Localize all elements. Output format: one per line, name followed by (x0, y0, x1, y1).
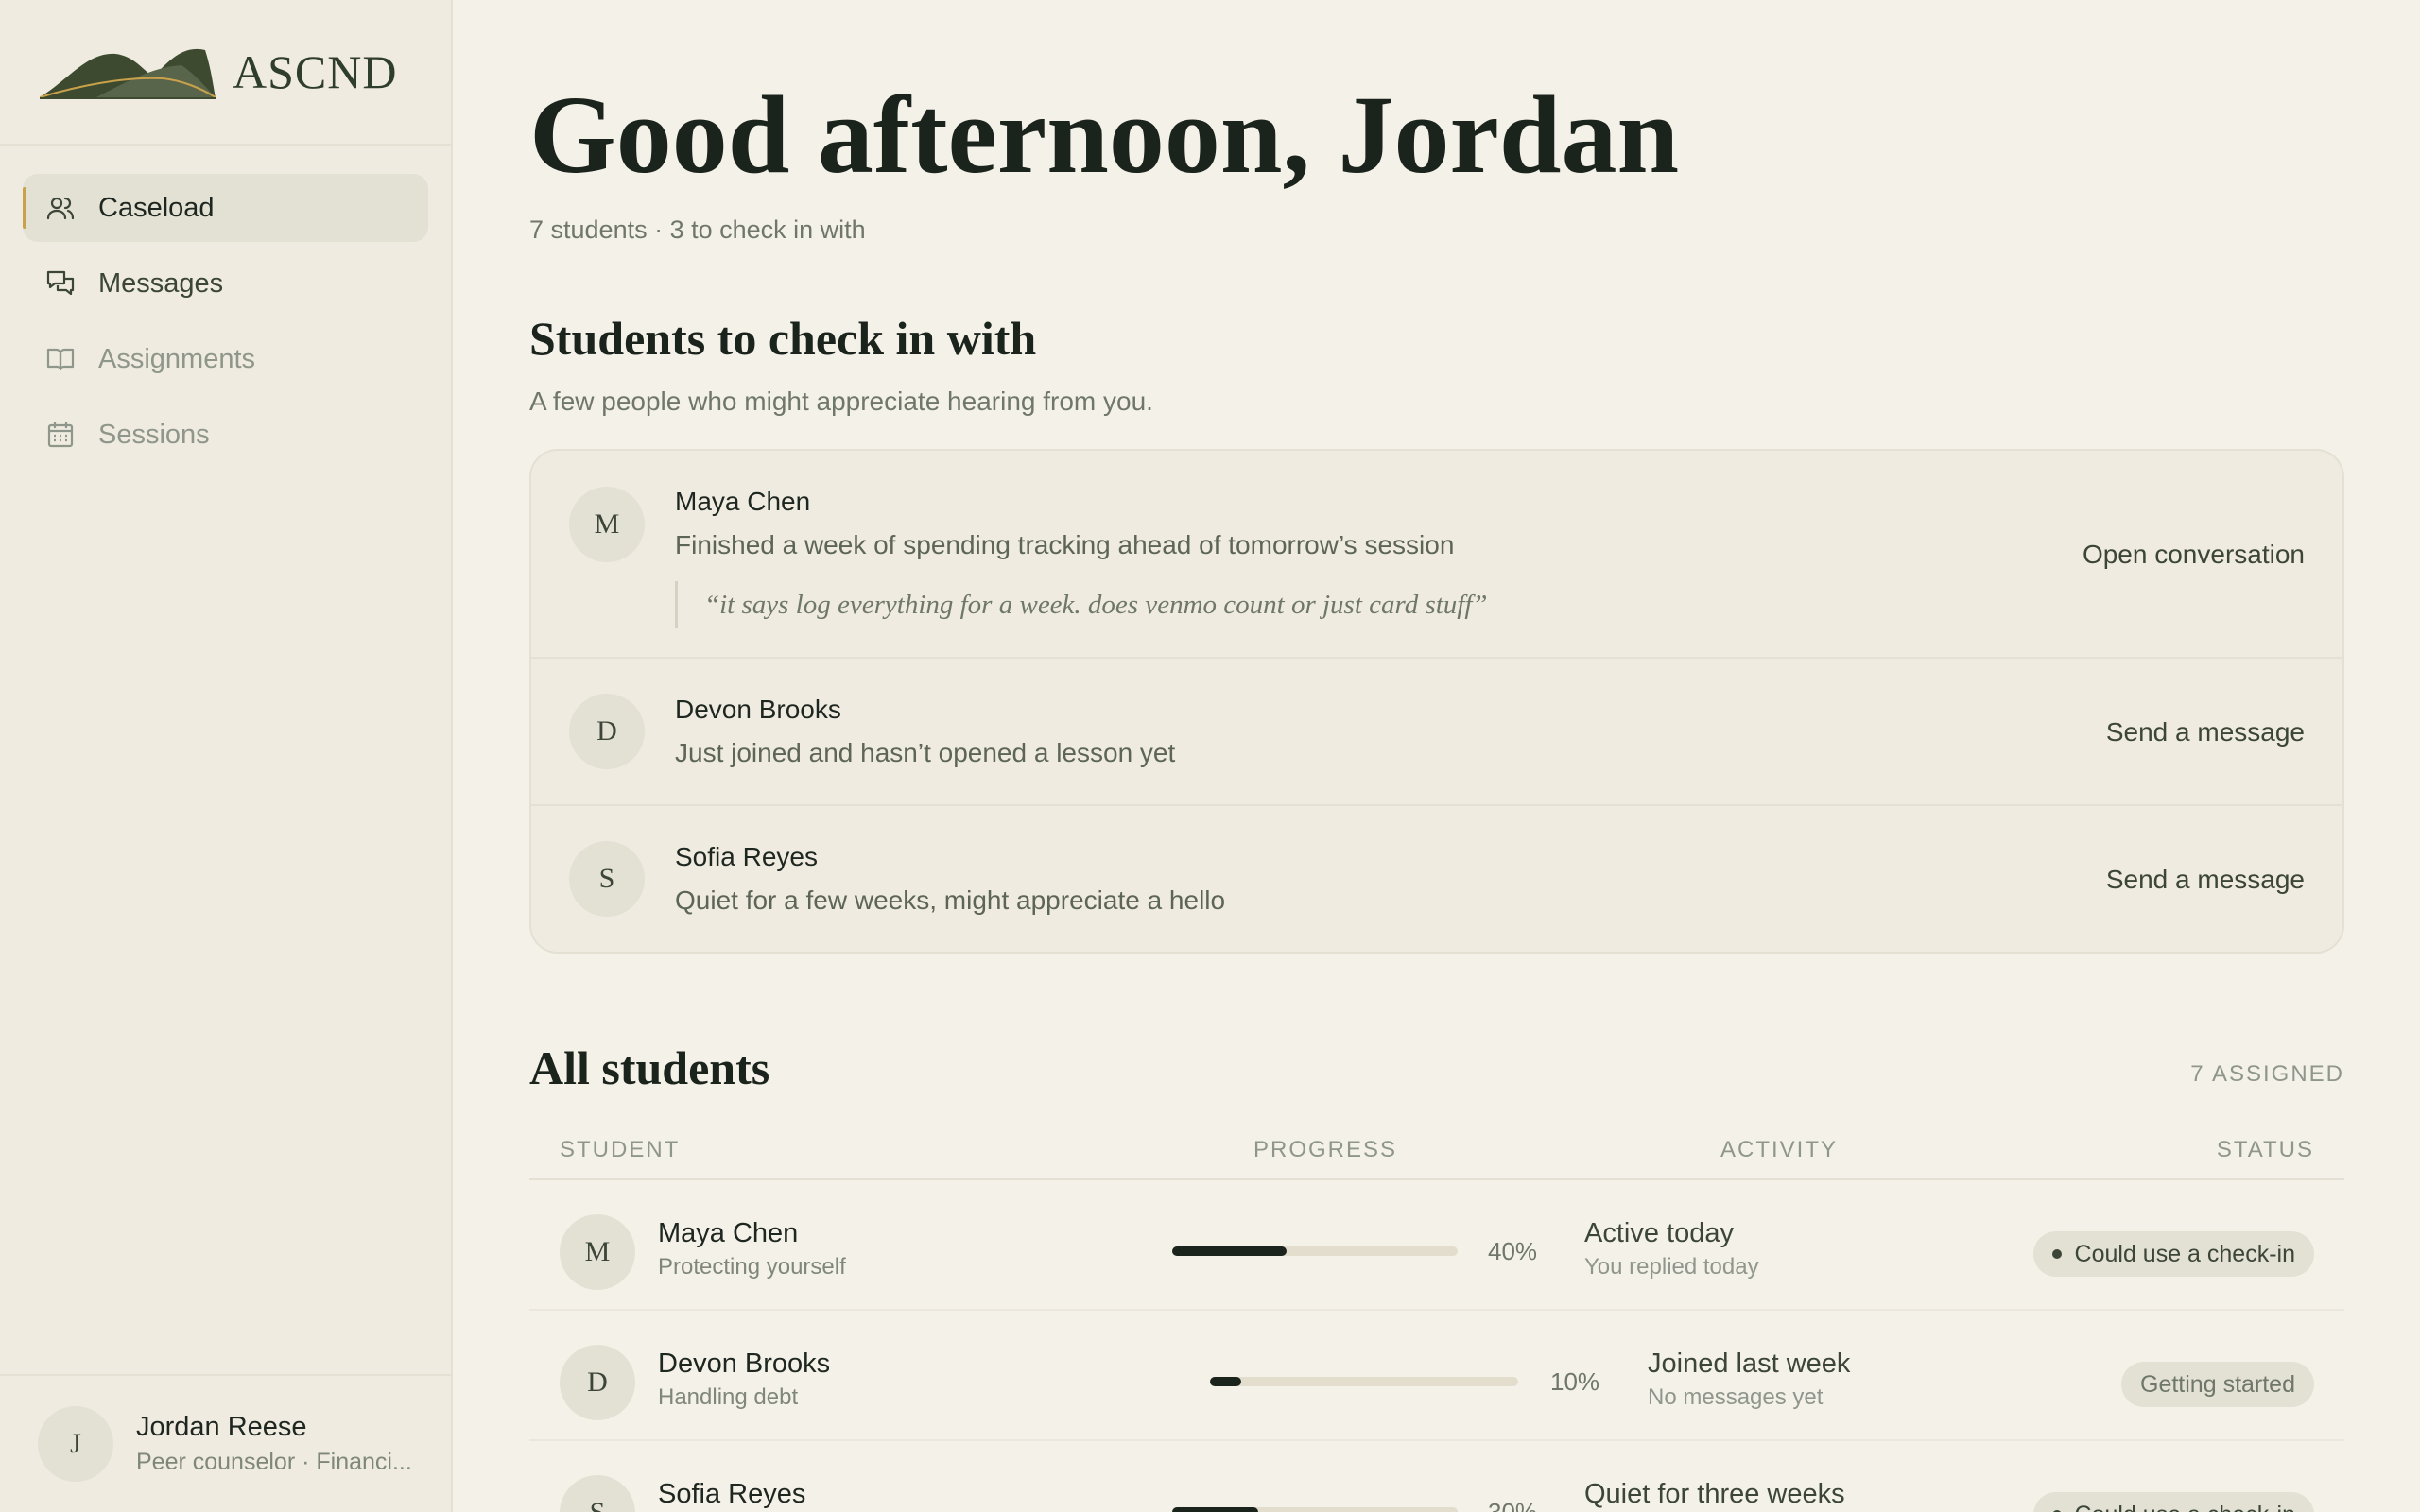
sidebar: ASCND Caseload Messages Assignments Sess… (0, 0, 453, 1512)
progress-bar (1172, 1507, 1458, 1512)
calendar-icon (45, 420, 76, 450)
send-message-link[interactable]: Send a message (2106, 865, 2305, 895)
student-name: Sofia Reyes (658, 1479, 806, 1509)
checkin-row[interactable]: S Sofia Reyes Quiet for a few weeks, mig… (531, 804, 2342, 952)
sidebar-item-assignments[interactable]: Assignments (23, 325, 428, 393)
book-icon (45, 344, 76, 374)
checkin-row[interactable]: M Maya Chen Finished a week of spending … (531, 451, 2342, 657)
profile-role: Peer counselor · Financi... (136, 1449, 412, 1475)
caseload-summary: 7 students · 3 to check in with (529, 215, 866, 244)
avatar: D (569, 694, 645, 769)
sidebar-item-messages[interactable]: Messages (23, 249, 428, 318)
avatar: S (560, 1475, 635, 1512)
user-profile[interactable]: J Jordan Reese Peer counselor · Financi.… (0, 1374, 451, 1512)
sidebar-item-label: Assignments (98, 343, 256, 374)
sidebar-nav: Caseload Messages Assignments Sessions (0, 146, 451, 469)
activity-detail: No messages yet (1648, 1384, 1824, 1410)
checkin-reason: Quiet for a few weeks, might appreciate … (675, 885, 1226, 915)
student-name: Maya Chen (658, 1218, 799, 1248)
column-header-status[interactable]: STATUS (2217, 1137, 2314, 1163)
avatar: M (569, 487, 645, 562)
all-students-header: All students 7 ASSIGNED (529, 1040, 2344, 1097)
status-badge: Could use a check-in (2032, 1492, 2314, 1512)
activity-detail: You replied today (1584, 1254, 1759, 1280)
student-track: Protecting yourself (658, 1254, 846, 1280)
chat-icon (45, 268, 76, 299)
open-conversation-link[interactable]: Open conversation (2083, 540, 2305, 570)
student-quote: “it says log everything for a week. does… (675, 581, 2305, 628)
checkin-section-subtitle: A few people who might appreciate hearin… (529, 387, 1153, 416)
checkin-section-title: Students to check in with (529, 312, 1037, 365)
activity-status: Quiet for three weeks (1584, 1479, 1845, 1509)
checkin-reason: Just joined and hasn’t opened a lesson y… (675, 738, 1176, 767)
progress-percent: 40% (1488, 1237, 1538, 1265)
all-students-title: All students (529, 1041, 770, 1094)
send-message-link[interactable]: Send a message (2106, 717, 2305, 747)
brand-name: ASCND (233, 45, 398, 98)
student-name: Devon Brooks (675, 695, 841, 724)
activity-status: Joined last week (1648, 1349, 1851, 1379)
column-header-student[interactable]: STUDENT (560, 1137, 680, 1163)
avatar: D (560, 1345, 635, 1420)
student-name: Maya Chen (675, 487, 811, 516)
avatar: S (569, 841, 645, 917)
table-row[interactable]: S Sofia Reyes 30% Quiet for three weeks … (529, 1441, 2344, 1512)
progress-bar (1172, 1246, 1458, 1256)
profile-name: Jordan Reese (136, 1412, 307, 1442)
sidebar-item-label: Messages (98, 267, 224, 299)
brand[interactable]: ASCND (0, 0, 451, 146)
avatar: J (38, 1406, 113, 1482)
column-header-progress[interactable]: PROGRESS (1253, 1137, 1397, 1163)
sidebar-item-label: Caseload (98, 192, 215, 223)
progress-percent: 10% (1550, 1367, 1600, 1396)
column-header-activity[interactable]: ACTIVITY (1720, 1137, 1838, 1163)
student-name: Devon Brooks (658, 1349, 831, 1379)
student-name: Sofia Reyes (675, 842, 818, 871)
sidebar-item-label: Sessions (98, 419, 210, 450)
sidebar-item-caseload[interactable]: Caseload (23, 174, 428, 242)
users-icon (45, 193, 76, 223)
student-track: Handling debt (658, 1384, 799, 1410)
activity-status: Active today (1584, 1218, 1734, 1248)
checkin-card: M Maya Chen Finished a week of spending … (529, 449, 2344, 954)
status-dot-icon (2051, 1249, 2062, 1259)
progress-percent: 30% (1488, 1498, 1538, 1512)
checkin-row[interactable]: D Devon Brooks Just joined and hasn’t op… (531, 657, 2342, 804)
page-title: Good afternoon, Jordan (529, 73, 1680, 197)
mountain-logo-icon (40, 48, 216, 99)
sidebar-item-sessions[interactable]: Sessions (23, 401, 428, 469)
status-badge: Could use a check-in (2032, 1231, 2314, 1277)
assigned-count: 7 ASSIGNED (2190, 1061, 2344, 1087)
progress-bar (1210, 1377, 1518, 1386)
table-row[interactable]: M Maya Chen Protecting yourself 40% Acti… (529, 1180, 2344, 1311)
table-row[interactable]: D Devon Brooks Handling debt 10% Joined … (529, 1311, 2344, 1441)
checkin-reason: Finished a week of spending tracking ahe… (675, 530, 1455, 559)
main-content: Good afternoon, Jordan 7 students · 3 to… (529, 0, 2344, 1512)
status-badge: Getting started (2121, 1362, 2314, 1407)
students-table-header: STUDENT PROGRESS ACTIVITY STATUS (529, 1131, 2344, 1180)
avatar: M (560, 1214, 635, 1290)
